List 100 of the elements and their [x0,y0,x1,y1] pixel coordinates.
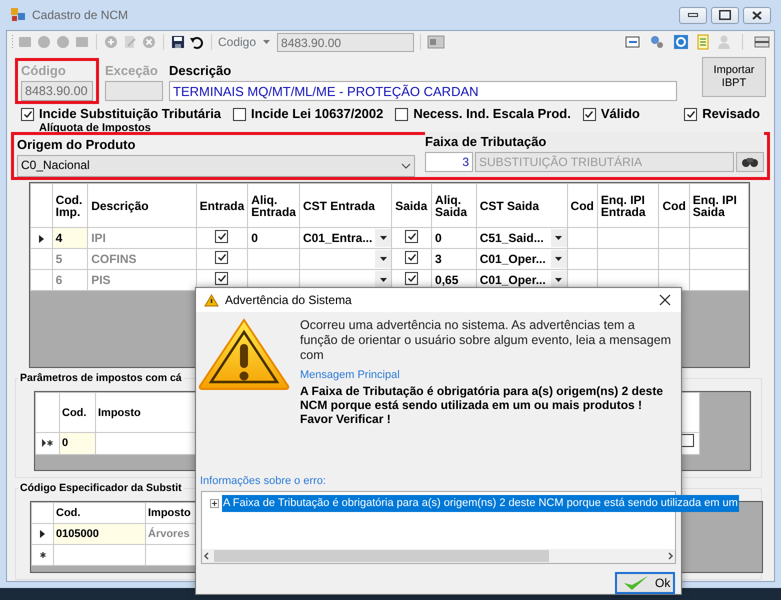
window-list-icon[interactable] [625,35,641,49]
table-cell: 0105000 [54,524,146,544]
dropdown-arrow-icon[interactable] [380,236,387,240]
minimize-button[interactable] [679,6,707,24]
field-label: Exceção [105,62,159,80]
save-icon[interactable] [170,34,186,50]
checkbox-label: Incide Lei 10637/2002 [251,105,384,124]
column-header[interactable]: Cod. Imp. [52,184,88,228]
dropdown-arrow-icon[interactable] [380,257,387,261]
expand-icon[interactable] [210,498,219,508]
row-header[interactable] [36,432,60,454]
checkbox[interactable] [215,250,228,264]
search-field[interactable]: 8483.90.00 [277,32,414,52]
report-icon[interactable] [427,34,446,50]
checkbox[interactable] [233,108,246,120]
combo-cell[interactable] [299,248,392,270]
code-field[interactable]: 8483.90.00 [21,80,93,100]
checkbox[interactable] [582,108,596,120]
search-button[interactable] [736,152,764,172]
row-header[interactable] [30,228,52,248]
column-header[interactable]: Cod. [60,392,96,432]
table-cell: PIS [88,270,196,290]
maximize-icon [719,10,731,20]
table-cell: 6 [52,270,88,290]
column-header[interactable]: Cod [658,184,690,228]
table-cell: IPI [88,228,196,248]
combo-cell[interactable]: C01_Oper... [476,248,568,270]
dropdown-arrow-icon[interactable] [555,278,562,282]
new-row-icon [42,439,54,448]
origin-select[interactable]: C0_Nacional [17,154,415,176]
tax-range-code-field[interactable]: 3 [425,152,473,172]
horizontal-scrollbar[interactable] [202,548,675,563]
window-title: Cadastro de NCM [32,7,128,24]
checkbox-label: Revisado [702,105,760,124]
table-cell: 0 [432,228,476,248]
checkbox[interactable] [21,108,34,120]
binoculars-icon [741,156,759,168]
column-header[interactable]: Descrição [88,184,196,228]
dropdown-arrow-icon[interactable] [380,278,387,282]
checkbox[interactable] [684,108,698,120]
tree-item[interactable]: A Faixa de Tributação é obrigatória para a(s) origem(ns) 2 deste NCM porque está sendo utilizada em um [222,495,739,512]
close-button[interactable] [743,6,771,24]
ok-button[interactable]: Ok [615,572,675,594]
checkbox[interactable] [395,108,408,120]
intro-text: Ocorreu uma advertência no sistema. As advertências tem a função de orientar o usuário sobre algum evento, leia a mensagem com [300,318,672,364]
column-header[interactable]: Aliq. Entrada [248,184,300,228]
section-label: Mensagem Principal [300,368,401,384]
table-cell: 0 [248,228,300,248]
dropdown-arrow-icon[interactable] [555,257,562,261]
app-icon [10,7,26,23]
field-label: Faixa de Tributação [425,133,548,151]
column-header[interactable]: Enq. IPI Saida [689,184,748,228]
column-header[interactable]: CST Entrada [299,184,392,228]
checkbox[interactable] [405,250,418,264]
table-cell: 4 [52,228,88,248]
close-icon [752,10,762,20]
message-text: A Faixa de Tributação é obrigatória para a(s) origem(ns) 2 deste NCM porque está sendo utilizada em um ou mais produtos ! [300,384,664,412]
field-label: Origem do Produto [17,136,136,154]
checkbox[interactable] [215,272,228,284]
minimize-icon [688,13,698,17]
undo-icon[interactable] [189,34,205,50]
dialog-title: Advertência do Sistema [225,292,352,310]
tax-range-name-field: SUBSTITUIÇÃO TRIBUTÁRIA [475,152,734,172]
checkbox[interactable] [681,434,694,447]
import-button[interactable]: Importar IBPT [702,57,766,97]
warning-icon [204,294,219,307]
field-label: Descrição [169,62,232,80]
checkbox-label: Incide Substituição Tributária [39,105,222,122]
refresh-icon[interactable] [673,34,689,50]
checkbox[interactable] [215,230,228,242]
column-header[interactable]: Saida [392,184,432,228]
table-cell: 5 [52,248,88,270]
warning-icon [198,318,290,390]
grip-icon [11,34,14,50]
description-field[interactable]: TERMINAIS MQ/MT/ML/ME - PROTEÇÃO CARDAN [169,80,677,100]
row-pointer-icon [40,530,45,538]
combo-cell[interactable]: C01_Entra... [299,228,392,248]
checkbox-label: Válido [600,105,640,124]
search-field-label: Codigo [218,34,256,51]
panel-icon[interactable] [754,35,770,49]
dropdown-arrow-icon[interactable] [555,236,562,240]
maximize-button[interactable] [711,6,739,24]
checkbox[interactable] [405,272,418,284]
scroll-thumb[interactable] [214,550,549,562]
column-header[interactable]: Entrada [196,184,248,228]
chevron-down-icon [401,162,411,168]
column-header[interactable]: Cod [567,184,598,228]
row-header[interactable] [32,544,54,566]
note-icon[interactable] [697,34,709,50]
checkbox[interactable] [405,230,418,242]
table-cell: COFINS [88,248,196,270]
column-header[interactable]: Enq. IPI Entrada [597,184,659,228]
column-header[interactable]: Cod. [54,502,146,524]
table-cell: 3 [432,248,476,270]
combo-cell[interactable]: C51_Said... [476,228,568,248]
column-header[interactable]: CST Saida [476,184,568,228]
column-header[interactable]: Aliq. Saida [432,184,476,228]
exception-field[interactable] [105,80,163,100]
group-title: Alíquota de Impostos [38,123,152,132]
field-label: Código [21,62,67,80]
